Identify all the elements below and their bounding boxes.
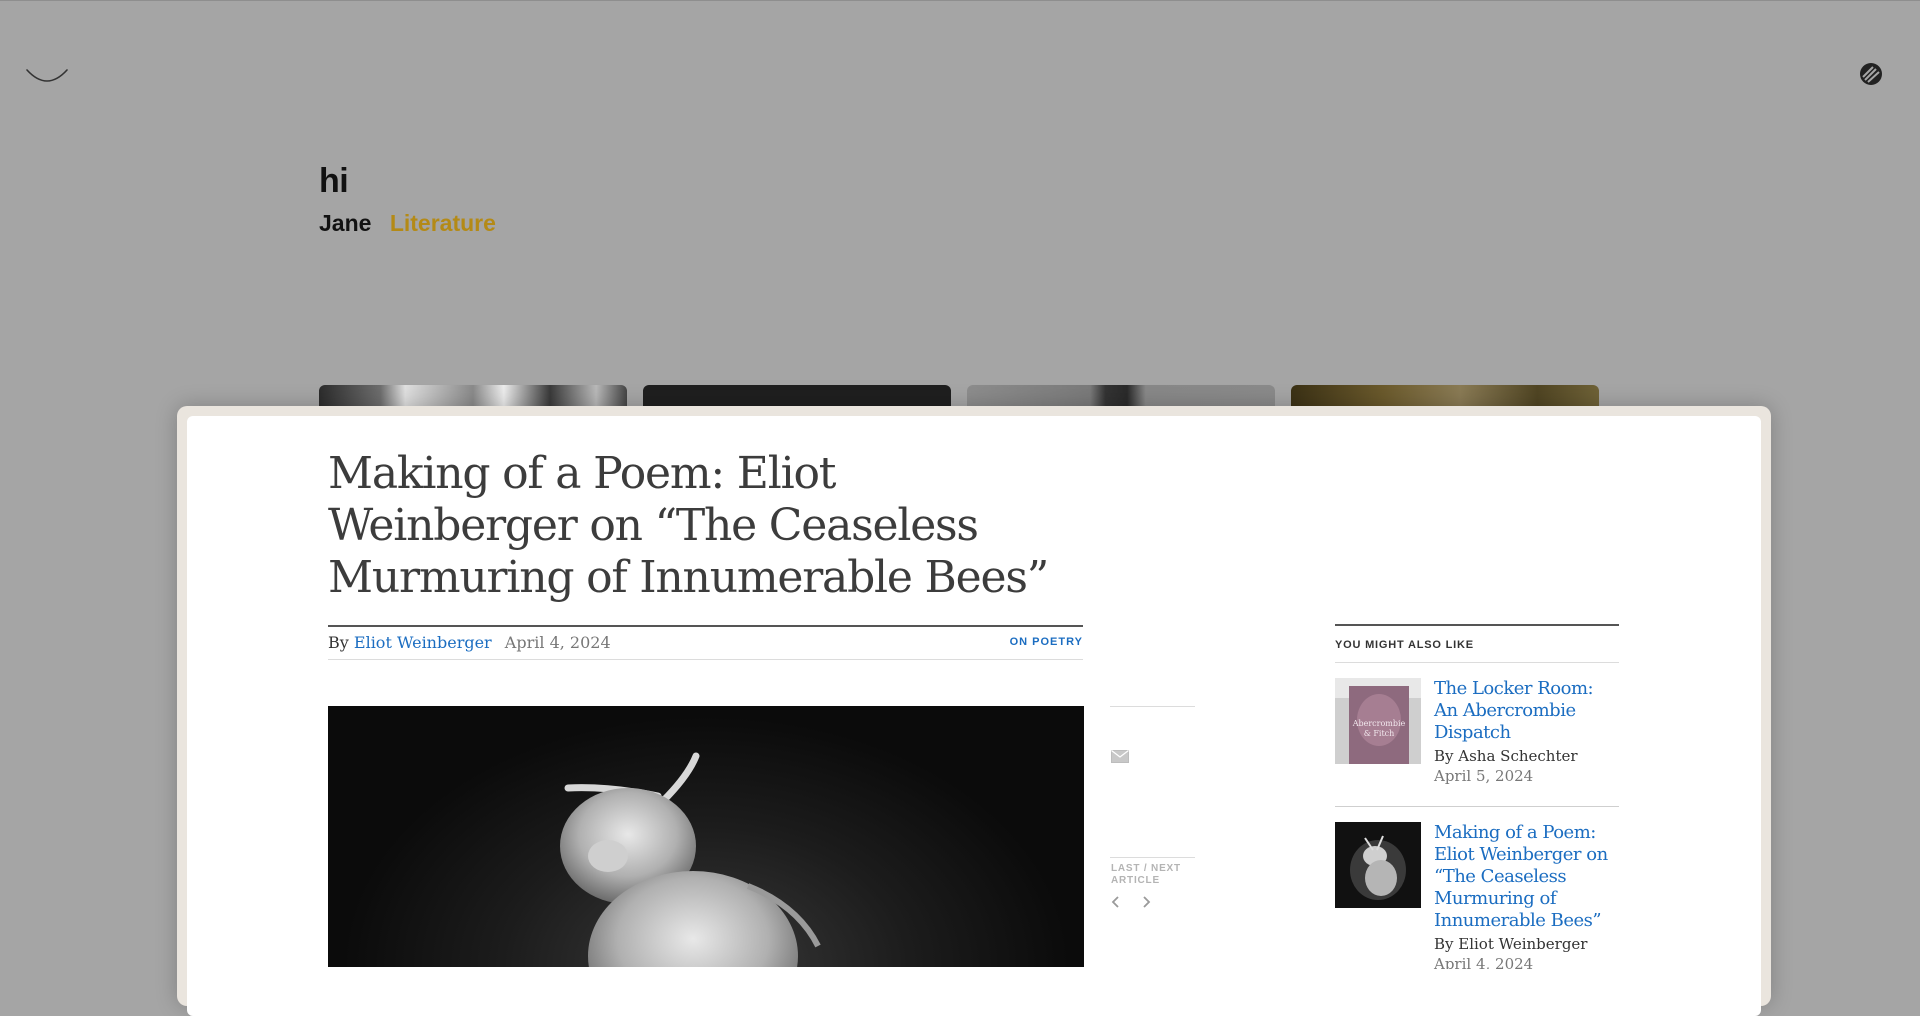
- byline: By Eliot Weinberger April 4, 2024: [328, 633, 611, 652]
- article-title: Making of a Poem: Eliot Weinberger on “T…: [328, 448, 1049, 603]
- nav-divider: [1110, 857, 1195, 858]
- byline-bar: By Eliot Weinberger April 4, 2024 ON POE…: [328, 625, 1083, 660]
- top-border: [0, 0, 1920, 1]
- byline-prefix: By: [328, 633, 349, 652]
- smile-logo-icon[interactable]: [25, 66, 69, 90]
- bee-illustration: [560, 752, 821, 967]
- last-next-label: LAST / NEXT ARTICLE: [1111, 863, 1181, 886]
- related-date: April 5, 2024: [1434, 767, 1534, 785]
- feed-card[interactable]: [967, 385, 1275, 407]
- category-link[interactable]: Literature: [390, 210, 496, 236]
- related-divider: [1335, 662, 1619, 663]
- related-title-link[interactable]: The Locker Room: An Abercrombie Dispatch: [1434, 678, 1619, 744]
- chevron-right-icon[interactable]: [1140, 894, 1152, 910]
- greeting-text: hi: [319, 162, 349, 200]
- bee-thumb-photo: [1335, 822, 1421, 908]
- feed-card[interactable]: [319, 385, 627, 407]
- feed-icon[interactable]: [1856, 60, 1886, 88]
- mail-icon[interactable]: [1111, 750, 1129, 763]
- related-thumbnail[interactable]: [1335, 822, 1421, 908]
- related-heading: YOU MIGHT ALSO LIKE: [1335, 639, 1474, 651]
- related-title-link[interactable]: Making of a Poem: Eliot Weinberger on “T…: [1434, 822, 1619, 932]
- thumb-brand-text: Abercrombie: [1352, 719, 1406, 728]
- user-category-line: Jane Literature: [319, 210, 496, 237]
- user-name: Jane: [319, 210, 372, 236]
- section-tag-link[interactable]: ON POETRY: [1010, 636, 1083, 648]
- related-byline: By Eliot Weinberger: [1434, 935, 1588, 953]
- author-link[interactable]: Eliot Weinberger: [354, 633, 492, 652]
- chevron-left-icon[interactable]: [1110, 894, 1122, 910]
- related-byline: By Asha Schechter: [1434, 747, 1578, 765]
- hero-image-bee: [328, 706, 1084, 967]
- share-divider: [1110, 706, 1195, 707]
- feed-card[interactable]: [643, 385, 951, 407]
- related-text: Making of a Poem: Eliot Weinberger on “T…: [1434, 822, 1619, 969]
- related-thumbnail[interactable]: Abercrombie & Fitch: [1335, 678, 1421, 764]
- feed-card[interactable]: [1291, 385, 1599, 407]
- publish-date: April 4, 2024: [504, 633, 611, 652]
- svg-text:& Fitch: & Fitch: [1364, 729, 1395, 738]
- abercrombie-photo: Abercrombie & Fitch: [1335, 678, 1421, 764]
- related-text: The Locker Room: An Abercrombie Dispatch…: [1434, 678, 1619, 786]
- related-articles: YOU MIGHT ALSO LIKE Abercrombie & Fitch …: [1335, 624, 1619, 969]
- related-separator: [1335, 806, 1619, 807]
